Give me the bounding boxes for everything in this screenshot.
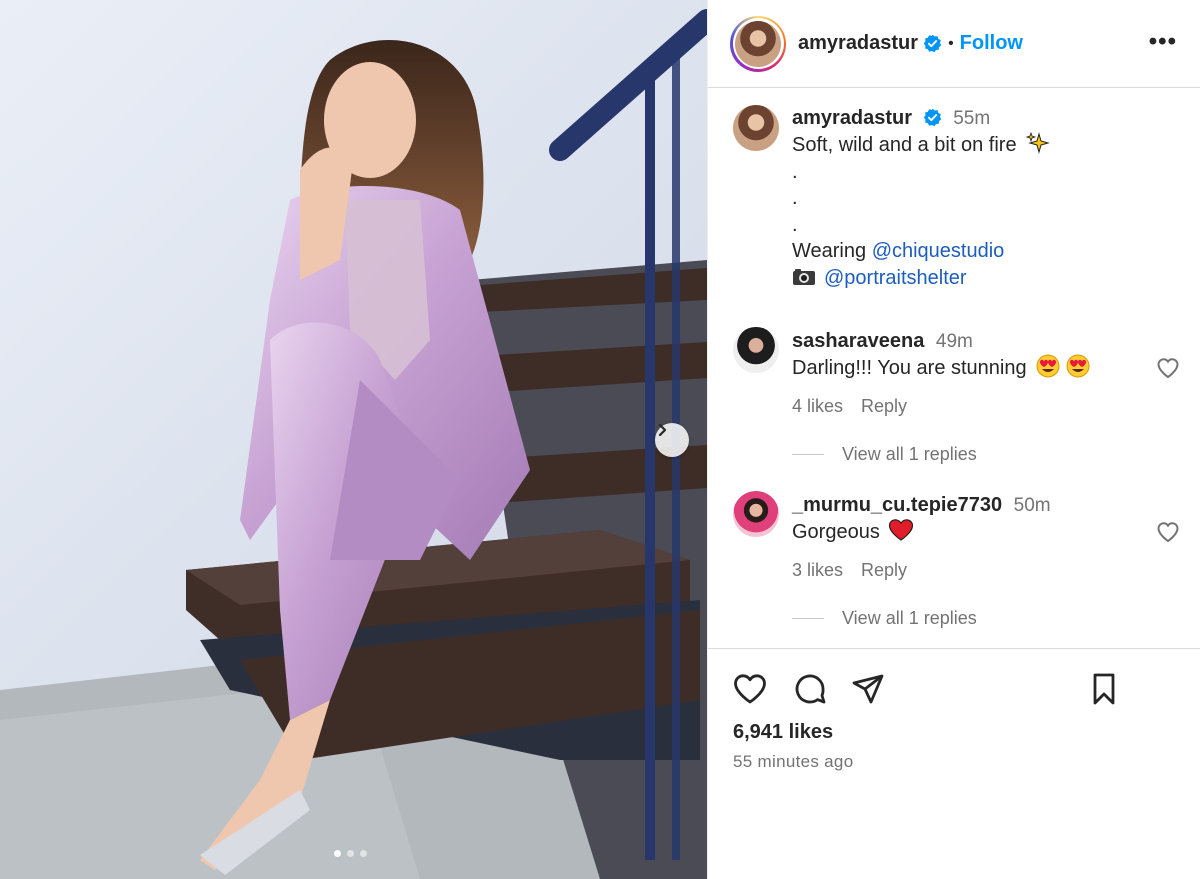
caption-username[interactable]: amyradastur: [792, 107, 912, 129]
reply-button[interactable]: Reply: [861, 396, 907, 417]
likes-count[interactable]: 6,941 likes: [733, 721, 833, 744]
separator-dot: •: [948, 34, 954, 52]
view-replies-button[interactable]: View all 1 replies: [792, 444, 977, 465]
photo-illustration: [0, 0, 707, 879]
comment-likes[interactable]: 4 likes: [792, 396, 843, 417]
comment-header: sasharaveena 49m: [792, 330, 973, 353]
comment-header: _murmu_cu.tepie7730 50m: [792, 494, 1051, 517]
next-image-button[interactable]: [655, 423, 689, 457]
carousel-dot: [347, 850, 354, 857]
caption-line1: Soft, wild and a bit on fire: [792, 134, 1017, 156]
mention-chiquestudio[interactable]: @chiquestudio: [872, 240, 1005, 262]
comment-time[interactable]: 49m: [936, 331, 973, 352]
post-timestamp[interactable]: 55 minutes ago: [733, 752, 853, 772]
follow-button[interactable]: Follow: [960, 32, 1023, 55]
view-replies-label: View all 1 replies: [842, 608, 977, 628]
comment-time[interactable]: 50m: [1014, 495, 1051, 516]
like-comment-heart-icon[interactable]: [1156, 520, 1180, 544]
comment-body: Darling!!! You are stunning: [792, 357, 1027, 379]
camera-emoji-icon: [793, 268, 815, 285]
caption-dot: .: [792, 160, 798, 183]
like-comment-heart-icon[interactable]: [1156, 356, 1180, 380]
verified-badge-icon: [923, 34, 942, 53]
chevron-right-icon: [658, 423, 667, 437]
view-replies-label: View all 1 replies: [842, 444, 977, 464]
mention-portraitshelter[interactable]: @portraitshelter: [824, 267, 967, 289]
header-username[interactable]: amyradastur: [798, 32, 918, 55]
comment-body: Gorgeous: [792, 521, 880, 543]
heart-eyes-emoji-icon: [1036, 354, 1090, 378]
post-actions: 6,941 likes 55 minutes ago: [708, 648, 1200, 879]
reply-button[interactable]: Reply: [861, 560, 907, 581]
divider-line: [792, 618, 824, 619]
view-replies-button[interactable]: View all 1 replies: [792, 608, 977, 629]
wearing-prefix: Wearing: [792, 240, 867, 262]
red-heart-emoji-icon: [889, 519, 914, 541]
comment-likes[interactable]: 3 likes: [792, 560, 843, 581]
post-panel: amyradastur • Follow ••• amyradastur 55m…: [707, 0, 1200, 879]
caption-time[interactable]: 55m: [953, 108, 990, 129]
post-header: amyradastur • Follow •••: [708, 0, 1200, 88]
caption-dot: .: [792, 213, 798, 236]
comment-text: Gorgeous: [792, 518, 914, 546]
commenter-avatar[interactable]: [733, 327, 779, 373]
verified-badge-icon: [923, 108, 941, 127]
caption-dot: .: [792, 187, 798, 209]
sparkles-emoji-icon: [1025, 131, 1050, 154]
post-image[interactable]: [0, 0, 707, 879]
caption-text: Soft, wild and a bit on fire . . . Weari…: [792, 131, 1050, 291]
more-options-button[interactable]: •••: [1149, 30, 1177, 54]
comment-username[interactable]: _murmu_cu.tepie7730: [792, 494, 1002, 516]
caption-header: amyradastur 55m: [792, 107, 990, 130]
carousel-dot-active: [334, 850, 341, 857]
story-ring[interactable]: [730, 15, 786, 72]
comment-bubble-icon[interactable]: [792, 671, 828, 707]
carousel-dot: [360, 850, 367, 857]
comment-text: Darling!!! You are stunning: [792, 354, 1092, 382]
share-paper-plane-icon[interactable]: [850, 671, 886, 707]
caption-avatar[interactable]: [733, 105, 779, 151]
comment-username[interactable]: sasharaveena: [792, 330, 924, 352]
save-bookmark-icon[interactable]: [1086, 671, 1122, 707]
like-heart-icon[interactable]: [732, 671, 768, 707]
commenter-avatar[interactable]: [733, 491, 779, 537]
comment-meta: 4 likes Reply: [792, 396, 907, 417]
divider-line: [792, 454, 824, 455]
carousel-dots: [334, 850, 367, 857]
avatar[interactable]: [735, 20, 781, 67]
comment-meta: 3 likes Reply: [792, 560, 907, 581]
